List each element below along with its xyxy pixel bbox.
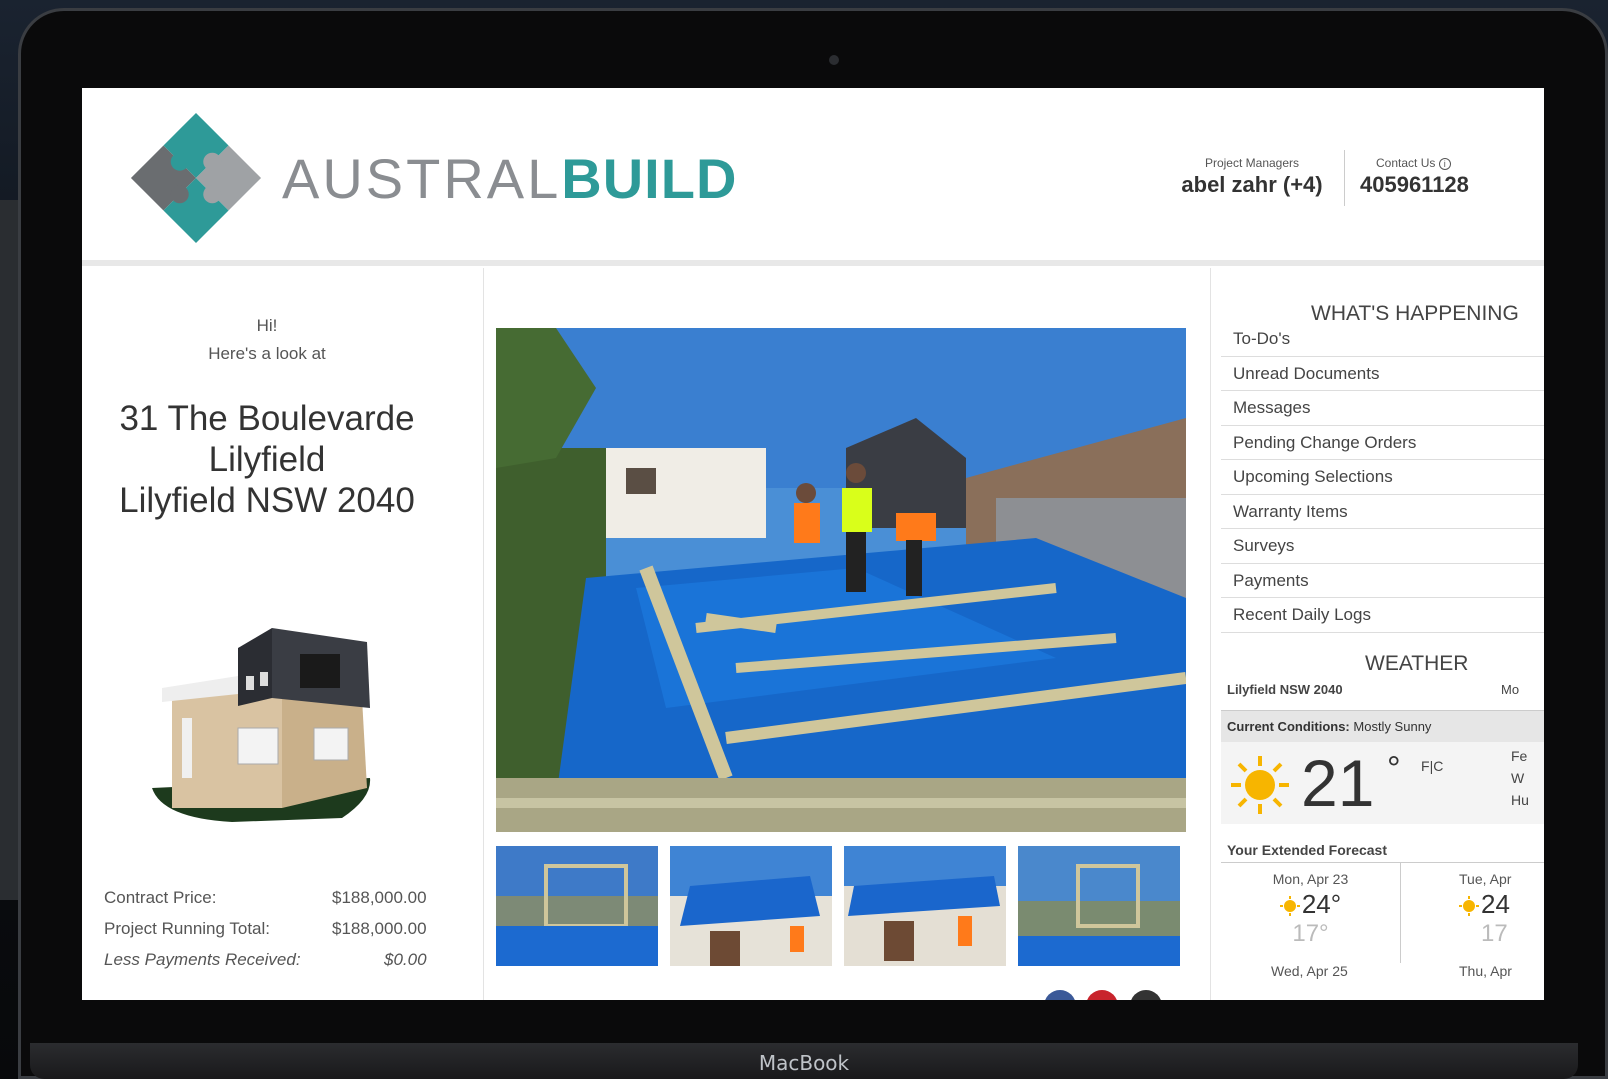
project-address: 31 The Boulevarde Lilyfield Lilyfield NS… [82, 398, 452, 521]
project-managers[interactable]: Project Managers abel zahr (+4) [1172, 156, 1332, 198]
pinterest-icon[interactable] [1086, 990, 1118, 1000]
logo-text-light: AUSTRAL [282, 147, 562, 210]
address-line2: Lilyfield [208, 440, 326, 479]
running-total-label: Project Running Total: [104, 919, 271, 938]
forecast-day-name: Tue, Apr [1459, 871, 1512, 887]
address-line1: 31 The Boulevarde [119, 399, 415, 438]
thumbnail-1[interactable] [496, 846, 658, 966]
logo-text: AUSTRALBUILD [282, 146, 737, 211]
current-temperature: 21 [1301, 746, 1375, 820]
thumbnail-3[interactable] [844, 846, 1006, 966]
header-divider [1344, 150, 1345, 206]
contract-price-label: Contract Price: [104, 888, 217, 907]
pm-label: Project Managers [1204, 156, 1300, 170]
main-site-photo[interactable] [496, 328, 1186, 832]
thumbnail-2[interactable] [670, 846, 832, 966]
menu-item-surveys[interactable]: Surveys [1221, 529, 1544, 564]
extended-forecast-grid: Mon, Apr 23 24° 17° Tue, Apr 24 17 Wed, … [1221, 862, 1544, 1000]
menu-item-upcoming-selections[interactable]: Upcoming Selections [1221, 460, 1544, 495]
current-conditions-label: Current Conditions: [1227, 719, 1350, 734]
share-icon[interactable] [1130, 990, 1162, 1000]
menu-item-todos[interactable]: To-Do's [1221, 322, 1544, 357]
info-icon[interactable]: i [1438, 157, 1451, 170]
current-conditions-value: Mostly Sunny [1353, 719, 1432, 734]
whats-happening-menu: To-Do's Unread Documents Messages Pendin… [1221, 322, 1544, 633]
payments-received-value: $0.00 [384, 950, 427, 969]
weather-side-line-1: Fe [1511, 748, 1528, 764]
macbook-label: MacBook [758, 1051, 850, 1075]
laptop-bottom-bar: MacBook [30, 1043, 1578, 1079]
forecast-day-2: Tue, Apr 24 17 [1405, 863, 1544, 963]
unit-toggle[interactable]: F|C [1421, 758, 1443, 774]
contact-label: Contact Us [1376, 156, 1436, 170]
thumbnail-4[interactable] [1018, 846, 1180, 966]
forecast-high: 24 [1481, 889, 1510, 919]
address-line3: Lilyfield NSW 2040 [119, 481, 415, 520]
sun-icon [1279, 896, 1300, 917]
house-render-image [152, 628, 371, 822]
forecast-day-3-name: Wed, Apr 25 [1271, 963, 1348, 979]
forecast-day-1: Mon, Apr 23 24° 17° [1221, 863, 1401, 963]
subgreeting: Here's a look at [208, 344, 326, 363]
current-conditions-bar: Current Conditions: Mostly Sunny [1221, 710, 1544, 742]
contact-number[interactable]: 405961128 [1360, 172, 1469, 198]
logo-puzzle-icon [130, 112, 262, 244]
menu-item-warranty-items[interactable]: Warranty Items [1221, 495, 1544, 529]
menu-item-messages[interactable]: Messages [1221, 391, 1544, 426]
pm-name[interactable]: abel zahr (+4) [1172, 172, 1332, 198]
menu-item-payments[interactable]: Payments [1221, 564, 1544, 598]
menu-item-pending-change-orders[interactable]: Pending Change Orders [1221, 426, 1544, 460]
weather-title: WEATHER [1365, 652, 1469, 675]
sun-icon [1231, 756, 1289, 814]
forecast-high: 24° [1301, 889, 1342, 919]
forecast-day-name: Mon, Apr 23 [1272, 871, 1349, 887]
menu-item-recent-daily-logs[interactable]: Recent Daily Logs [1221, 598, 1544, 633]
current-conditions-box: 21 ° F|C Fe W Hu [1221, 742, 1544, 824]
forecast-low: 17 [1481, 920, 1508, 947]
facebook-icon[interactable] [1044, 990, 1076, 1000]
contact-us[interactable]: Contact Us i 405961128 [1360, 156, 1469, 198]
forecast-low: 17° [1292, 920, 1329, 947]
menu-item-unread-documents[interactable]: Unread Documents [1221, 357, 1544, 391]
contract-price-value: $188,000.00 [332, 888, 427, 907]
thumbnail-strip [496, 846, 1190, 966]
camera [829, 55, 839, 65]
weather-side-text: Mo [1501, 682, 1520, 697]
sidebar: WHAT'S HAPPENING To-Do's Unread Document… [1210, 268, 1544, 1000]
screen: AUSTRALBUILD Project Managers abel zahr … [82, 88, 1544, 1000]
extended-forecast-title: Your Extended Forecast [1227, 842, 1388, 858]
greeting: Hi! [256, 316, 278, 335]
header: AUSTRALBUILD Project Managers abel zahr … [82, 88, 1544, 266]
payments-received-label: Less Payments Received: [104, 950, 301, 969]
weather-location: Lilyfield NSW 2040 [1227, 682, 1343, 697]
weather-side-line-3: Hu [1511, 792, 1529, 808]
degree-symbol: ° [1387, 750, 1401, 788]
unit-f[interactable]: F [1421, 758, 1430, 774]
logo-text-bold: BUILD [561, 147, 738, 210]
unit-c[interactable]: C [1433, 758, 1443, 774]
sun-icon [1459, 896, 1479, 917]
project-summary: Hi! Here's a look at 31 The Boulevarde L… [82, 268, 484, 1000]
running-total-value: $188,000.00 [332, 919, 427, 938]
weather-side-line-2: W [1511, 770, 1525, 786]
forecast-day-4-name: Thu, Apr [1459, 963, 1512, 979]
